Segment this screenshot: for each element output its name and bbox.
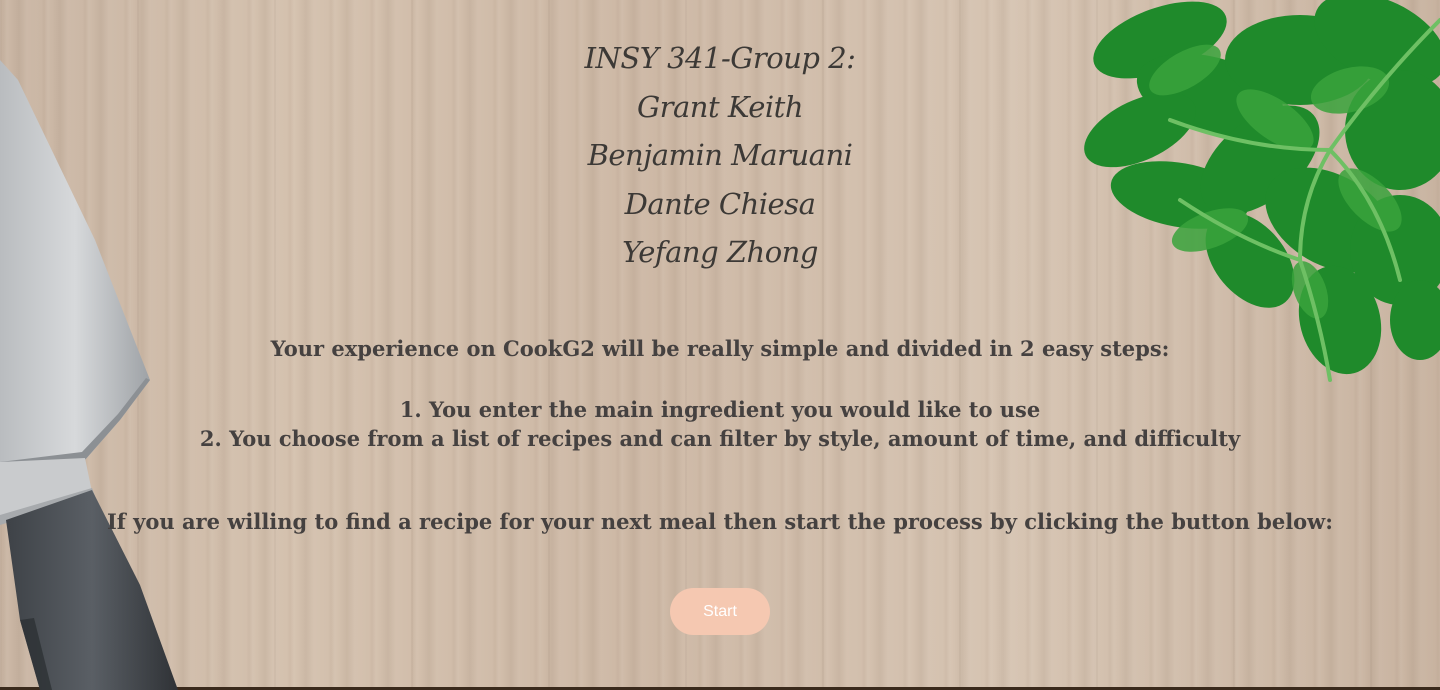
step-item: 2. You choose from a list of recipes and… [199,426,1241,451]
landing-content: INSY 341-Group 2: Grant Keith Benjamin M… [0,0,1440,690]
intro-text: Your experience on CookG2 will be really… [270,336,1170,361]
member-name: Yefang Zhong [622,235,818,269]
member-name: Grant Keith [636,89,804,124]
steps-list: 1. You enter the main ingredient you wou… [0,395,1440,453]
call-to-action-text: If you are willing to find a recipe for … [106,509,1334,534]
step-item: 1. You enter the main ingredient you wou… [399,397,1041,422]
member-name: Benjamin Maruani [587,138,853,172]
member-name: Dante Chiesa [624,186,816,221]
group-credits: INSY 341-Group 2: Grant Keith Benjamin M… [0,34,1440,277]
start-button[interactable]: Start [670,588,770,635]
group-title: INSY 341-Group 2: [584,41,856,75]
